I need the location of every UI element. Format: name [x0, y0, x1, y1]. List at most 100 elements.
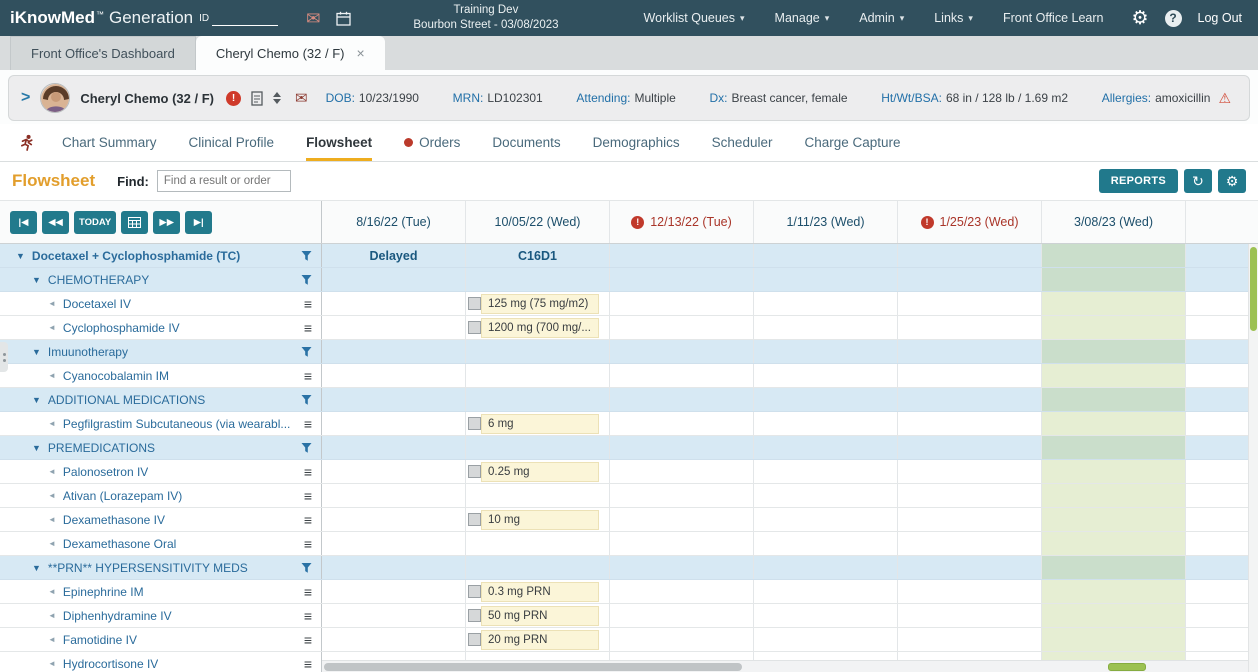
- tab-charge-capture[interactable]: Charge Capture: [804, 124, 900, 161]
- reports-button[interactable]: REPORTS: [1099, 169, 1178, 193]
- row-collapsed-icon[interactable]: ◄: [48, 371, 56, 380]
- flowsheet-cell[interactable]: 6 mg: [466, 412, 610, 435]
- row-header-cell[interactable]: ▼ADDITIONAL MEDICATIONS: [0, 388, 322, 411]
- menu-manage[interactable]: Manage▾: [775, 11, 830, 25]
- flowsheet-cell[interactable]: 10 mg: [466, 508, 610, 531]
- row-header-cell[interactable]: ▼Docetaxel + Cyclophosphamide (TC): [0, 244, 322, 267]
- row-expanded-icon[interactable]: ▼: [32, 443, 41, 453]
- row-menu-icon[interactable]: ≡: [304, 633, 312, 647]
- result-value[interactable]: 10 mg: [481, 510, 599, 530]
- last-date-button[interactable]: ▶|: [185, 211, 212, 234]
- patient-avatar[interactable]: [40, 83, 70, 113]
- menu-admin[interactable]: Admin▾: [859, 11, 904, 25]
- result-checkbox[interactable]: [468, 585, 481, 598]
- menu-links[interactable]: Links▾: [934, 11, 973, 25]
- row-menu-icon[interactable]: ≡: [304, 489, 312, 503]
- filter-icon[interactable]: [301, 394, 312, 405]
- result-value[interactable]: 20 mg PRN: [481, 630, 599, 650]
- row-header-cell[interactable]: ◄Cyanocobalamin IM≡: [0, 364, 322, 387]
- row-menu-icon[interactable]: ≡: [304, 369, 312, 383]
- row-menu-icon[interactable]: ≡: [304, 609, 312, 623]
- row-header-cell[interactable]: ◄Docetaxel IV≡: [0, 292, 322, 315]
- result-value[interactable]: 0.3 mg PRN: [481, 582, 599, 602]
- row-header-cell[interactable]: ◄Dexamethasone Oral≡: [0, 532, 322, 555]
- result-checkbox[interactable]: [468, 609, 481, 622]
- result-checkbox[interactable]: [468, 417, 481, 430]
- menu-front-office-learn[interactable]: Front Office Learn: [1003, 11, 1104, 25]
- tab-cheryl-chemo-32-f[interactable]: Cheryl Chemo (32 / F)×: [196, 36, 385, 70]
- first-date-button[interactable]: |◀: [10, 211, 37, 234]
- row-expanded-icon[interactable]: ▼: [32, 395, 41, 405]
- row-expanded-icon[interactable]: ▼: [32, 347, 41, 357]
- row-menu-icon[interactable]: ≡: [304, 417, 312, 431]
- mail-icon[interactable]: ✉: [306, 10, 320, 27]
- result-value[interactable]: 125 mg (75 mg/m2): [481, 294, 599, 314]
- row-header-cell[interactable]: ▼PREMEDICATIONS: [0, 436, 322, 459]
- row-header-cell[interactable]: ▼CHEMOTHERAPY: [0, 268, 322, 291]
- panel-splitter-handle[interactable]: [0, 342, 8, 372]
- row-collapsed-icon[interactable]: ◄: [48, 467, 56, 476]
- flowsheet-cell[interactable]: 125 mg (75 mg/m2): [466, 292, 610, 315]
- column-header-1-25-23-wed[interactable]: !1/25/23 (Wed): [898, 201, 1042, 243]
- result-value[interactable]: 50 mg PRN: [481, 606, 599, 626]
- row-collapsed-icon[interactable]: ◄: [48, 635, 56, 644]
- result-value[interactable]: 0.25 mg: [481, 462, 599, 482]
- row-collapsed-icon[interactable]: ◄: [48, 539, 56, 548]
- row-menu-icon[interactable]: ≡: [304, 657, 312, 671]
- tab-demographics[interactable]: Demographics: [593, 124, 680, 161]
- column-header-8-16-22-tue[interactable]: 8/16/22 (Tue): [322, 201, 466, 243]
- banner-reorder-icon[interactable]: [273, 92, 281, 104]
- flowsheet-cell[interactable]: 20 mg PRN: [466, 628, 610, 651]
- refresh-button[interactable]: ↻: [1184, 169, 1212, 193]
- prev-date-button[interactable]: ◀◀: [42, 211, 69, 234]
- tab-flowsheet[interactable]: Flowsheet: [306, 124, 372, 161]
- help-icon[interactable]: ?: [1165, 10, 1182, 27]
- flowsheet-cell[interactable]: 1200 mg (700 mg/...: [466, 316, 610, 339]
- result-checkbox[interactable]: [468, 297, 481, 310]
- row-collapsed-icon[interactable]: ◄: [48, 299, 56, 308]
- row-expanded-icon[interactable]: ▼: [32, 563, 41, 573]
- message-icon[interactable]: ✉: [295, 89, 308, 107]
- tab-front-office-s-dashboard[interactable]: Front Office's Dashboard: [10, 36, 196, 70]
- tab-clinical-profile[interactable]: Clinical Profile: [189, 124, 275, 161]
- row-header-cell[interactable]: ▼**PRN** HYPERSENSITIVITY MEDS: [0, 556, 322, 579]
- row-header-cell[interactable]: ◄Epinephrine IM≡: [0, 580, 322, 603]
- horizontal-scrollbar-thumb[interactable]: [324, 663, 742, 671]
- row-collapsed-icon[interactable]: ◄: [48, 323, 56, 332]
- logout-button[interactable]: Log Out: [1198, 11, 1242, 25]
- row-menu-icon[interactable]: ≡: [304, 321, 312, 335]
- row-header-cell[interactable]: ◄Pegfilgrastim Subcutaneous (via wearabl…: [0, 412, 322, 435]
- column-header-3-08-23-wed[interactable]: 3/08/23 (Wed): [1042, 201, 1186, 243]
- result-value[interactable]: 1200 mg (700 mg/...: [481, 318, 599, 338]
- patient-alert-icon[interactable]: !: [226, 91, 241, 106]
- filter-icon[interactable]: [301, 562, 312, 573]
- gear-icon[interactable]: ⚙: [1131, 7, 1148, 30]
- today-button[interactable]: TODAY: [74, 211, 116, 234]
- flowsheet-cell[interactable]: 0.25 mg: [466, 460, 610, 483]
- flowsheet-cell[interactable]: Delayed: [322, 244, 466, 267]
- row-menu-icon[interactable]: ≡: [304, 585, 312, 599]
- row-collapsed-icon[interactable]: ◄: [48, 491, 56, 500]
- tab-orders[interactable]: Orders: [404, 124, 460, 161]
- patient-notes-icon[interactable]: [251, 91, 263, 106]
- tab-chart-summary[interactable]: Chart Summary: [62, 124, 157, 161]
- row-header-cell[interactable]: ◄Cyclophosphamide IV≡: [0, 316, 322, 339]
- flowsheet-settings-button[interactable]: ⚙: [1218, 169, 1246, 193]
- row-menu-icon[interactable]: ≡: [304, 513, 312, 527]
- filter-icon[interactable]: [301, 250, 312, 261]
- row-collapsed-icon[interactable]: ◄: [48, 587, 56, 596]
- workflow-runner-icon[interactable]: [18, 124, 36, 161]
- flowsheet-cell[interactable]: C16D1: [466, 244, 610, 267]
- row-header-cell[interactable]: ◄Hydrocortisone IV≡: [0, 652, 322, 672]
- calendar-button[interactable]: [121, 211, 148, 234]
- column-header-1-11-23-wed[interactable]: 1/11/23 (Wed): [754, 201, 898, 243]
- flowsheet-cell[interactable]: 50 mg PRN: [466, 604, 610, 627]
- row-menu-icon[interactable]: ≡: [304, 537, 312, 551]
- result-checkbox[interactable]: [468, 465, 481, 478]
- calendar-icon[interactable]: [336, 11, 351, 26]
- row-expanded-icon[interactable]: ▼: [16, 251, 25, 261]
- row-collapsed-icon[interactable]: ◄: [48, 419, 56, 428]
- row-collapsed-icon[interactable]: ◄: [48, 659, 56, 668]
- row-header-cell[interactable]: ◄Dexamethasone IV≡: [0, 508, 322, 531]
- menu-worklist-queues[interactable]: Worklist Queues▾: [644, 11, 745, 25]
